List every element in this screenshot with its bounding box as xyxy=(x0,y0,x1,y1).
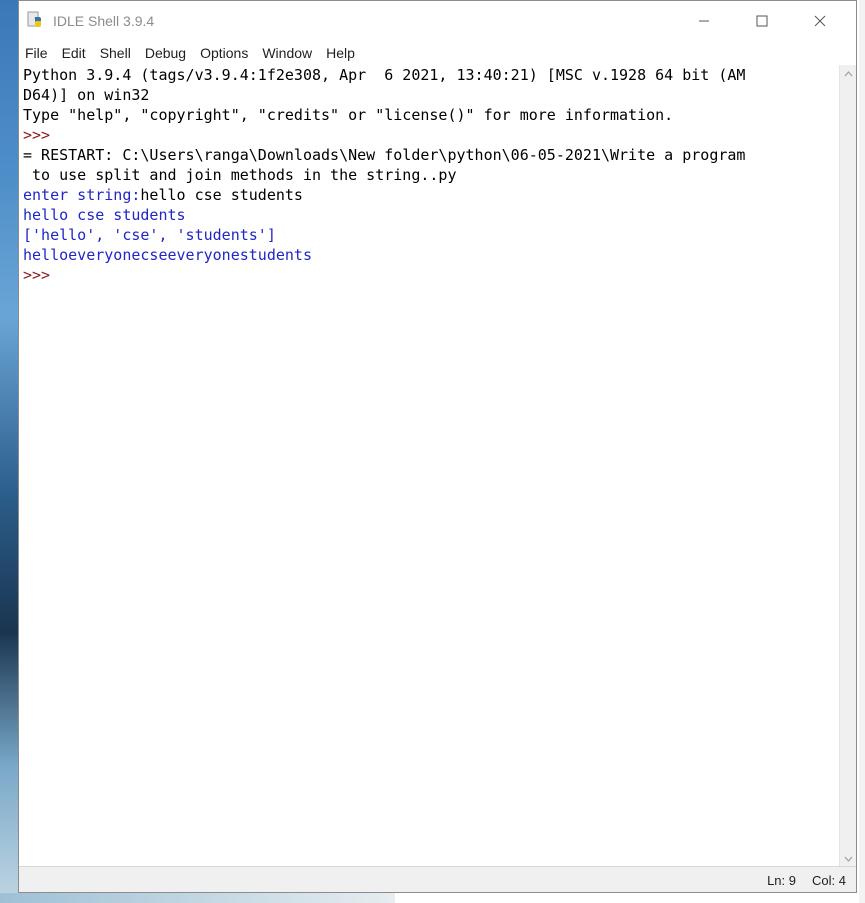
close-icon xyxy=(814,15,826,27)
shell-info-text: = RESTART: C:\Users\ranga\Downloads\New … xyxy=(23,146,746,164)
menu-options[interactable]: Options xyxy=(193,45,255,61)
shell-line: to use split and join methods in the str… xyxy=(23,165,831,185)
shell-info-text: Python 3.9.4 (tags/v3.9.4:1f2e308, Apr 6… xyxy=(23,66,746,84)
shell-output: enter string: xyxy=(23,186,141,204)
maximize-icon xyxy=(756,15,768,27)
shell-line: ['hello', 'cse', 'students'] xyxy=(23,225,831,245)
shell-output: helloeveryonecseeveryonestudents xyxy=(23,246,312,264)
shell-info-text: to use split and join methods in the str… xyxy=(23,166,457,184)
chevron-up-icon[interactable] xyxy=(840,65,857,82)
menu-shell[interactable]: Shell xyxy=(93,45,138,61)
desktop-wallpaper-left xyxy=(0,0,20,903)
shell-output: hello cse students xyxy=(23,206,186,224)
shell-line: enter string:hello cse students xyxy=(23,185,831,205)
menu-help[interactable]: Help xyxy=(319,45,362,61)
menu-edit[interactable]: Edit xyxy=(55,45,93,61)
vertical-scrollbar[interactable] xyxy=(839,65,856,867)
menu-file[interactable]: File xyxy=(19,45,55,61)
shell-line: helloeveryonecseeveryonestudents xyxy=(23,245,831,265)
shell-output: ['hello', 'cse', 'students'] xyxy=(23,226,276,244)
shell-line: D64)] on win32 xyxy=(23,85,831,105)
title-bar[interactable]: IDLE Shell 3.9.4 xyxy=(19,1,856,41)
chevron-down-icon[interactable] xyxy=(840,850,857,867)
shell-info-text: Type "help", "copyright", "credits" or "… xyxy=(23,106,674,124)
menu-debug[interactable]: Debug xyxy=(138,45,193,61)
menu-bar: File Edit Shell Debug Options Window Hel… xyxy=(19,41,856,65)
close-button[interactable] xyxy=(791,1,849,41)
shell-line: = RESTART: C:\Users\ranga\Downloads\New … xyxy=(23,145,831,165)
shell-info-text: D64)] on win32 xyxy=(23,86,150,104)
shell-line: Python 3.9.4 (tags/v3.9.4:1f2e308, Apr 6… xyxy=(23,65,831,85)
window-title: IDLE Shell 3.9.4 xyxy=(53,13,155,29)
menu-window[interactable]: Window xyxy=(255,45,319,61)
minimize-button[interactable] xyxy=(675,1,733,41)
maximize-button[interactable] xyxy=(733,1,791,41)
desktop-edge-right xyxy=(859,0,865,903)
shell-line: hello cse students xyxy=(23,205,831,225)
shell-line: >>> xyxy=(23,265,831,285)
minimize-icon xyxy=(699,20,709,22)
desktop-wallpaper-bottom xyxy=(0,893,395,903)
idle-shell-window: IDLE Shell 3.9.4 File Edit Shell Debug O… xyxy=(18,0,857,893)
status-column-number: Col: 4 xyxy=(812,873,846,888)
status-line-number: Ln: 9 xyxy=(767,873,796,888)
shell-prompt: >>> xyxy=(23,126,60,144)
python-idle-icon xyxy=(27,11,45,29)
shell-prompt: >>> xyxy=(23,266,60,284)
shell-user-input: hello cse students xyxy=(140,186,303,204)
shell-line: Type "help", "copyright", "credits" or "… xyxy=(23,105,831,125)
status-bar: Ln: 9 Col: 4 xyxy=(19,866,856,892)
shell-text-area[interactable]: Python 3.9.4 (tags/v3.9.4:1f2e308, Apr 6… xyxy=(23,65,831,865)
shell-line: >>> xyxy=(23,125,831,145)
